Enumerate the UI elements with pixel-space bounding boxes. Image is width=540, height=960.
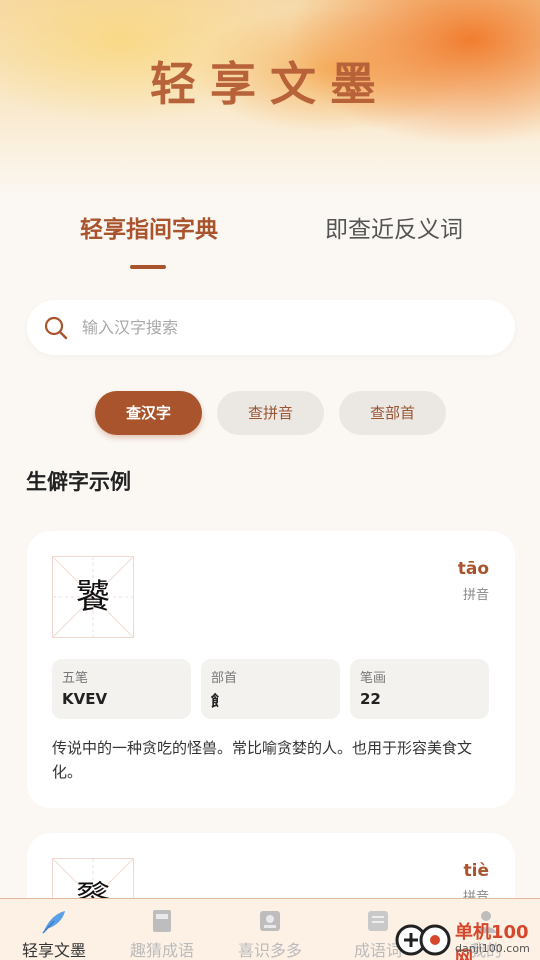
search-bar[interactable] [27, 300, 515, 355]
nav-label: 轻享文墨 [21, 941, 86, 960]
character-description: 传说中的一种贪吃的怪兽。常比喻贪婪的人。也用于形容美食文化。 [52, 739, 473, 781]
nav-item-learn[interactable]: 喜识多多 [216, 899, 324, 960]
nav-label: 喜识多多 [237, 941, 302, 960]
character-grid-box: 饕 [52, 556, 134, 638]
nav-item-home[interactable]: 轻享文墨 [0, 899, 108, 960]
info-value: 22 [360, 690, 381, 708]
book-icon [153, 910, 171, 932]
idiom-icon [368, 911, 388, 931]
top-tabs: 轻享指间字典 即查近反义词 [0, 210, 540, 280]
info-radical: 部首 飠 [201, 659, 340, 719]
character-glyph: 饕 [76, 577, 110, 617]
info-key: 笔画 [360, 671, 387, 686]
search-icon [44, 316, 68, 340]
nav-item-idiom-guess[interactable]: 趣猜成语 [108, 899, 216, 960]
watermark: 单机100网 danji100.com [393, 914, 540, 960]
watermark-logo-icon [395, 924, 451, 956]
active-tab-indicator [130, 265, 166, 269]
watermark-url: danji100.com [455, 942, 530, 955]
pinyin-value: tiè [463, 861, 489, 881]
tab-dictionary[interactable]: 轻享指间字典 [80, 210, 218, 244]
info-wubi: 五笔 KVEV [52, 659, 191, 719]
nav-label: 趣猜成语 [129, 941, 194, 960]
search-input[interactable] [82, 300, 502, 355]
info-key: 五笔 [62, 671, 89, 686]
pinyin-label: 拼音 [462, 588, 489, 603]
search-by-radical-button[interactable]: 查部首 [339, 391, 446, 435]
info-value: 飠 [211, 692, 227, 710]
search-by-pinyin-button[interactable]: 查拼音 [217, 391, 324, 435]
section-title: 生僻字示例 [26, 470, 131, 494]
app-title: 轻享文墨 [150, 57, 390, 111]
pinyin-value: tāo [457, 559, 489, 579]
feather-icon [42, 911, 65, 934]
info-strokes: 笔画 22 [350, 659, 489, 719]
search-by-character-button[interactable]: 查汉字 [95, 391, 202, 435]
info-value: KVEV [62, 690, 108, 708]
tab-synonyms[interactable]: 即查近反义词 [325, 210, 463, 244]
id-card-icon [260, 911, 280, 931]
character-card[interactable]: 饕 tāo 拼音 五笔 KVEV 部首 飠 笔画 22 传说中的一种贪吃的怪兽。… [27, 531, 515, 808]
info-key: 部首 [211, 671, 238, 686]
